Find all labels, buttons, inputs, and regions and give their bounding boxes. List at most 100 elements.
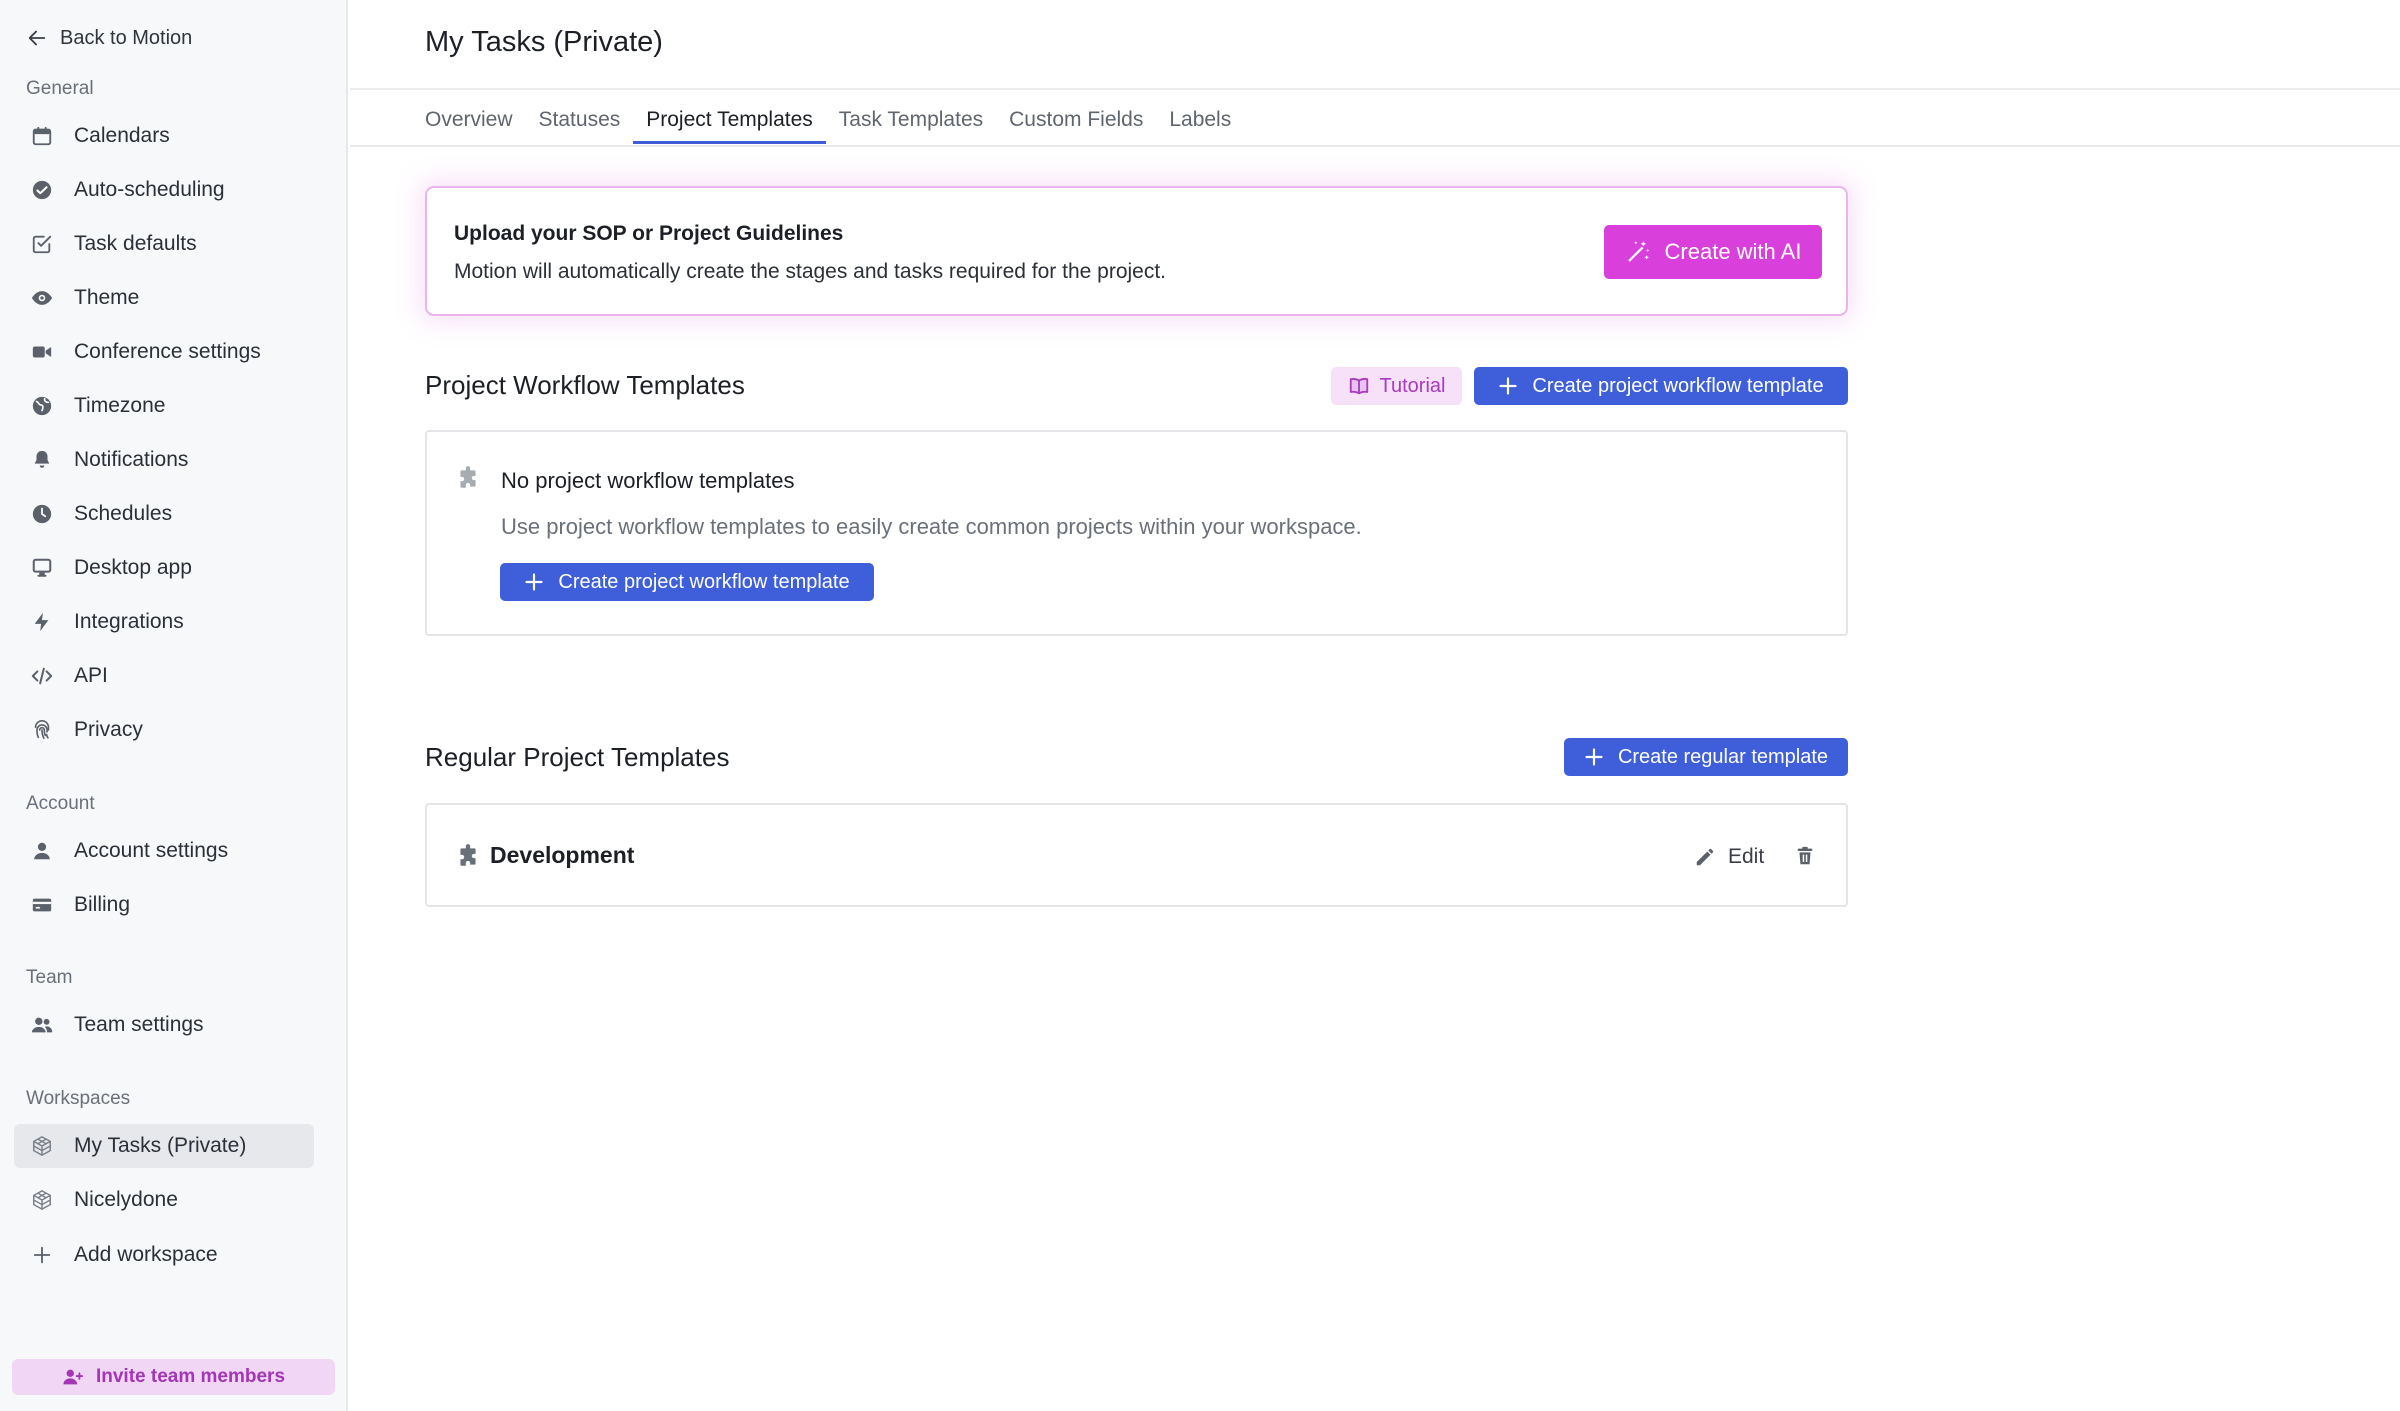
user-plus-icon	[63, 1369, 84, 1385]
empty-state-description: Use project workflow templates to easily…	[501, 514, 1362, 539]
section-label-workspaces: Workspaces	[26, 1088, 131, 1109]
user-icon	[30, 839, 54, 863]
sidebar-item-label: Conference settings	[74, 340, 261, 363]
monitor-icon	[30, 556, 54, 580]
sidebar-item-notifications[interactable]: Notifications	[14, 438, 314, 482]
code-icon	[30, 664, 54, 688]
ai-card-description: Motion will automatically create the sta…	[454, 260, 1167, 283]
sidebar-item-label: My Tasks (Private)	[74, 1134, 247, 1157]
check-circle-icon	[30, 178, 54, 202]
puzzle-icon	[460, 466, 476, 488]
back-label: Back to Motion	[60, 26, 193, 49]
invite-label: Invite team members	[95, 1366, 286, 1387]
sidebar-item-auto-scheduling[interactable]: Auto-scheduling	[14, 168, 314, 212]
bolt-icon	[30, 610, 54, 634]
sidebar-item-calendars[interactable]: Calendars	[14, 114, 314, 158]
tab-custom-fields[interactable]: Custom Fields	[996, 104, 1156, 146]
video-icon	[30, 340, 54, 364]
edit-label: Edit	[1728, 845, 1765, 868]
create-regular-template-label: Create regular template	[1617, 745, 1829, 768]
credit-card-icon	[30, 893, 54, 917]
sidebar-item-label: Nicelydone	[74, 1188, 178, 1211]
plus-icon	[525, 573, 543, 591]
tab-bar: Overview Statuses Project Templates Task…	[425, 104, 1244, 146]
sidebar-item-account-settings[interactable]: Account settings	[14, 829, 314, 873]
tab-statuses[interactable]: Statuses	[526, 104, 634, 146]
sidebar-item-label: Privacy	[74, 718, 143, 741]
tab-task-templates[interactable]: Task Templates	[826, 104, 996, 146]
users-icon	[30, 1013, 54, 1037]
cube-icon	[30, 1134, 54, 1158]
arrow-left-icon	[28, 30, 46, 46]
create-with-ai-label: Create with AI	[1664, 239, 1802, 264]
tutorial-label: Tutorial	[1379, 374, 1446, 397]
add-workspace-label: Add workspace	[74, 1243, 218, 1266]
sidebar-item-label: Calendars	[74, 124, 170, 147]
cube-icon	[30, 1188, 54, 1212]
template-row[interactable]: Development Edit	[425, 803, 1848, 907]
puzzle-icon	[460, 844, 476, 866]
sidebar-item-label: Schedules	[74, 502, 173, 525]
sidebar-item-label: Theme	[74, 286, 140, 309]
sidebar-item-label: Auto-scheduling	[74, 178, 225, 201]
sidebar-item-billing[interactable]: Billing	[14, 883, 314, 927]
sidebar-item-label: Billing	[74, 893, 131, 916]
section-label-general: General	[26, 78, 94, 99]
section-label-account: Account	[26, 793, 95, 814]
sidebar-item-label: Task defaults	[74, 232, 197, 255]
sidebar-item-privacy[interactable]: Privacy	[14, 708, 314, 752]
sidebar-item-label: Notifications	[74, 448, 189, 471]
tutorial-button[interactable]: Tutorial	[1331, 367, 1462, 405]
trash-icon	[1797, 846, 1813, 865]
sidebar-item-label: Team settings	[74, 1013, 204, 1036]
workflow-section-title: Project Workflow Templates	[425, 370, 745, 400]
sidebar-item-label: Account settings	[74, 839, 229, 862]
section-label-team: Team	[26, 967, 73, 988]
tab-labels[interactable]: Labels	[1156, 104, 1244, 146]
fingerprint-icon	[30, 718, 54, 742]
invite-team-members-button[interactable]: Invite team members	[12, 1359, 335, 1395]
workflow-empty-state: No project workflow templates Use projec…	[425, 430, 1848, 636]
book-icon	[1349, 378, 1368, 395]
empty-create-workflow-template-button[interactable]: Create project workflow template	[500, 563, 874, 601]
delete-template-button[interactable]	[1792, 843, 1818, 869]
page-title: My Tasks (Private)	[425, 26, 663, 58]
plus-icon	[1585, 748, 1603, 766]
sidebar-item-label: Timezone	[74, 394, 166, 417]
add-workspace-button[interactable]: Add workspace	[14, 1233, 314, 1277]
calendar-icon	[30, 124, 54, 148]
sidebar-item-nicelydone[interactable]: Nicelydone	[14, 1178, 314, 1222]
sidebar-item-schedules[interactable]: Schedules	[14, 492, 314, 536]
ai-upload-card: Upload your SOP or Project Guidelines Mo…	[425, 186, 1848, 316]
ai-card-title: Upload your SOP or Project Guidelines	[454, 222, 844, 245]
create-regular-template-button[interactable]: Create regular template	[1564, 738, 1848, 776]
sidebar: Back to Motion General Calendars Auto-sc…	[0, 0, 348, 1411]
globe-icon	[30, 394, 54, 418]
sidebar-item-team-settings[interactable]: Team settings	[14, 1003, 314, 1047]
plus-icon	[1499, 377, 1517, 395]
sidebar-item-theme[interactable]: Theme	[14, 276, 314, 320]
sidebar-item-label: Integrations	[74, 610, 184, 633]
tabs-divider	[350, 145, 2400, 147]
sidebar-item-api[interactable]: API	[14, 654, 314, 698]
tab-project-templates[interactable]: Project Templates	[633, 104, 826, 146]
tab-overview[interactable]: Overview	[425, 104, 526, 146]
magic-wand-icon	[1627, 241, 1649, 262]
sidebar-item-desktop-app[interactable]: Desktop app	[14, 546, 314, 590]
sidebar-item-task-defaults[interactable]: Task defaults	[14, 222, 314, 266]
header-divider	[350, 88, 2400, 90]
edit-template-button[interactable]: Edit	[1694, 843, 1764, 871]
sidebar-item-timezone[interactable]: Timezone	[14, 384, 314, 428]
create-workflow-template-label: Create project workflow template	[1532, 374, 1824, 397]
sidebar-item-integrations[interactable]: Integrations	[14, 600, 314, 644]
create-with-ai-button[interactable]: Create with AI	[1604, 225, 1822, 279]
sidebar-item-my-tasks[interactable]: My Tasks (Private)	[14, 1124, 314, 1168]
sidebar-item-label: Desktop app	[74, 556, 192, 579]
empty-create-label: Create project workflow template	[558, 570, 850, 593]
bell-icon	[30, 448, 54, 472]
template-name: Development	[490, 842, 635, 868]
back-to-motion-link[interactable]: Back to Motion	[26, 24, 192, 52]
sidebar-item-conference-settings[interactable]: Conference settings	[14, 330, 314, 374]
eye-icon	[30, 286, 54, 310]
create-workflow-template-button[interactable]: Create project workflow template	[1474, 367, 1848, 405]
